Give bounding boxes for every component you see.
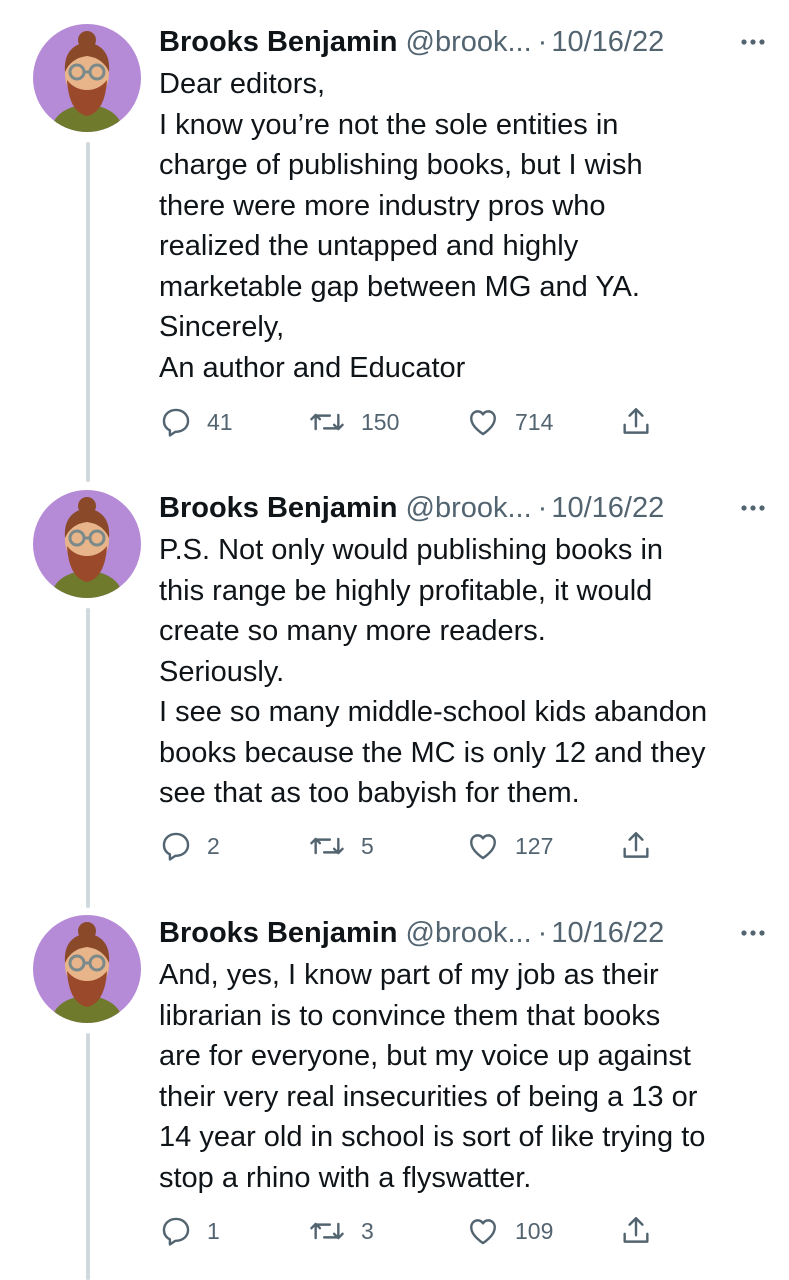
tweet-line: realized the untapped and highly xyxy=(159,230,579,262)
avatar[interactable] xyxy=(33,915,141,1023)
tweet-line: this range be highly profitable, it woul… xyxy=(159,574,653,607)
tweet-line: Sincerely, xyxy=(159,311,285,343)
like-button[interactable]: 714 xyxy=(465,402,553,442)
like-count: 109 xyxy=(515,1217,554,1244)
share-button[interactable] xyxy=(619,1211,653,1251)
tweet-text: And, yes, I know part of my job as their… xyxy=(159,955,759,1198)
thread-line xyxy=(86,142,90,482)
retweet-icon xyxy=(310,837,344,855)
tweet-line: Seriously. xyxy=(159,655,285,688)
tweet-line: Dear editors, xyxy=(159,68,326,100)
retweet-count: 150 xyxy=(361,408,400,435)
tweet-header: Brooks Benjamin @brook... · 10/16/22 xyxy=(159,24,765,60)
more-options-icon[interactable] xyxy=(735,24,771,60)
author-name[interactable]: Brooks Benjamin xyxy=(159,24,398,60)
tweet-text: Dear editors, I know you’re not the sole… xyxy=(159,64,759,388)
tweet-line: books because the MC is only 12 and they xyxy=(159,736,706,769)
author-name[interactable]: Brooks Benjamin xyxy=(159,915,398,951)
author-handle[interactable]: @brook... xyxy=(406,490,532,526)
reply-count: 1 xyxy=(207,1217,220,1244)
like-count: 714 xyxy=(515,408,554,435)
tweet-header: Brooks Benjamin @brook... · 10/16/22 xyxy=(159,490,765,526)
author-name[interactable]: Brooks Benjamin xyxy=(159,490,398,526)
tweet-line: I know you’re not the sole entities in xyxy=(159,108,619,141)
heart-icon xyxy=(470,834,496,860)
retweet-button[interactable]: 150 xyxy=(307,402,399,442)
reply-button[interactable]: 41 xyxy=(159,402,233,442)
tweet-date[interactable]: 10/16/22 xyxy=(551,24,664,60)
reply-icon xyxy=(162,408,190,437)
heart-icon xyxy=(470,410,496,436)
tweet-line: there were more industry pros who xyxy=(159,189,606,222)
reply-icon xyxy=(162,832,190,861)
retweet-icon xyxy=(310,413,344,431)
tweet-actions: 1 3 109 xyxy=(159,1211,759,1251)
heart-icon xyxy=(470,1219,496,1245)
tweet-line: create so many more readers. xyxy=(159,615,546,647)
retweet-button[interactable]: 3 xyxy=(307,1211,374,1251)
share-button[interactable] xyxy=(619,826,653,866)
reply-button[interactable]: 1 xyxy=(159,1211,220,1251)
reply-count: 41 xyxy=(207,408,233,435)
thread-line xyxy=(86,1033,90,1280)
share-icon xyxy=(623,1217,649,1243)
like-button[interactable]: 127 xyxy=(465,826,553,866)
tweet-line: their very real insecurities of being a … xyxy=(159,1080,698,1113)
reply-button[interactable]: 2 xyxy=(159,826,220,866)
retweet-icon xyxy=(310,1222,344,1240)
thread-line xyxy=(86,608,90,908)
share-button[interactable] xyxy=(619,402,653,442)
tweet-line: An author and Educator xyxy=(159,351,466,384)
tweet-date[interactable]: 10/16/22 xyxy=(551,490,664,526)
tweet-date[interactable]: 10/16/22 xyxy=(551,915,664,951)
separator-dot: · xyxy=(537,492,548,524)
separator-dot: · xyxy=(537,26,548,58)
tweet-line: are for everyone, but my voice up agains… xyxy=(159,1040,691,1072)
retweet-button[interactable]: 5 xyxy=(307,826,374,866)
author-handle[interactable]: @brook... xyxy=(406,915,532,951)
tweet-actions: 41 150 714 xyxy=(159,402,759,442)
tweet-line: marketable gap between MG and YA. xyxy=(159,270,640,303)
tweet-actions: 2 5 127 xyxy=(159,826,759,866)
tweet-line: I see so many middle-school kids abandon xyxy=(159,696,708,728)
author-handle[interactable]: @brook... xyxy=(406,24,532,60)
avatar[interactable] xyxy=(33,490,141,598)
tweet-line: 14 year old in school is sort of like tr… xyxy=(159,1121,706,1153)
more-options-icon[interactable] xyxy=(735,915,771,951)
tweet-line: see that as too babyish for them. xyxy=(159,777,580,809)
avatar-illustration xyxy=(51,31,123,132)
avatar[interactable] xyxy=(33,24,141,132)
avatar-illustration xyxy=(51,497,123,598)
like-count: 127 xyxy=(515,832,554,859)
reply-icon xyxy=(162,1217,190,1246)
tweet-line: charge of publishing books, but I wish xyxy=(159,149,643,181)
share-icon xyxy=(623,408,649,434)
retweet-count: 3 xyxy=(361,1217,374,1244)
share-icon xyxy=(623,832,649,858)
tweet-line: P.S. Not only would publishing books in xyxy=(159,534,664,566)
retweet-count: 5 xyxy=(361,832,374,859)
tweet-text: P.S. Not only would publishing books in … xyxy=(159,530,759,814)
tweet-line: librarian is to convince them that books xyxy=(159,999,661,1032)
like-button[interactable]: 109 xyxy=(465,1211,553,1251)
separator-dot: · xyxy=(537,917,548,949)
tweet-header: Brooks Benjamin @brook... · 10/16/22 xyxy=(159,915,765,951)
more-options-icon[interactable] xyxy=(735,490,771,526)
tweet-line: stop a rhino with a flyswatter. xyxy=(159,1161,532,1194)
reply-count: 2 xyxy=(207,832,220,859)
tweet-line: And, yes, I know part of my job as their xyxy=(159,959,659,991)
avatar-illustration xyxy=(51,922,123,1023)
